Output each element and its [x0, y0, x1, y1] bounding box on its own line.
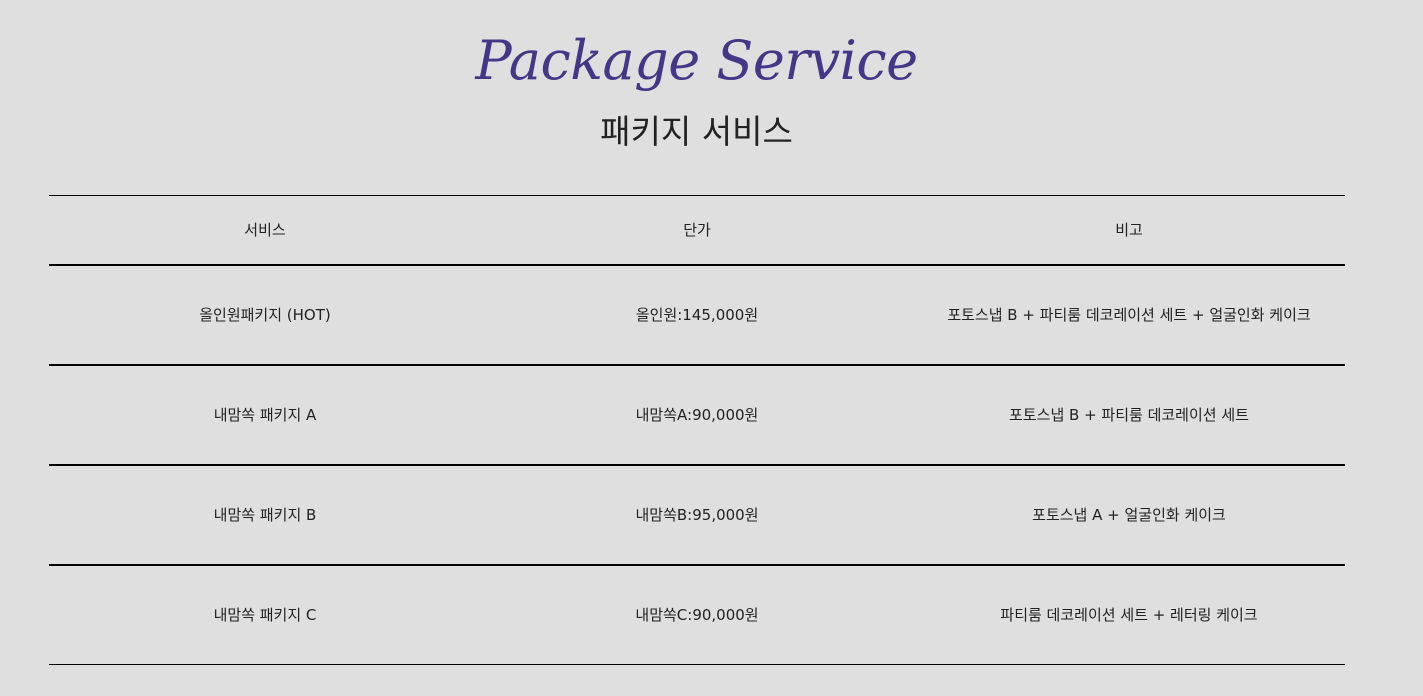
package-price-cell: 내맘쏙A:90,000원: [635, 406, 759, 424]
package-note-cell: 포토스냅 B + 파티룸 데코레이션 세트: [1009, 406, 1249, 424]
package-price-cell: 내맘쏙B:95,000원: [635, 506, 759, 524]
package-name-cell: 내맘쏙 패키지 B: [213, 506, 317, 524]
package-table: 서비스 단가 비고 올인원패키지 (HOT) 올인원:145,000원 포토스냅…: [49, 195, 1345, 665]
table-row: 올인원패키지 (HOT) 올인원:145,000원 포토스냅 B + 파티룸 데…: [49, 266, 1345, 366]
package-name-cell: 올인원패키지 (HOT): [199, 306, 331, 324]
column-header-price: 단가: [683, 221, 711, 239]
page-title: Package Service: [475, 29, 918, 92]
table-header-row: 서비스 단가 비고: [49, 196, 1345, 266]
column-header-service: 서비스: [244, 221, 286, 239]
package-price-cell: 올인원:145,000원: [635, 306, 759, 324]
package-name-cell: 내맘쏙 패키지 A: [213, 406, 317, 424]
page-subtitle: 패키지 서비스: [600, 112, 793, 151]
package-name-cell: 내맘쏙 패키지 C: [213, 606, 317, 624]
package-price-cell: 내맘쏙C:90,000원: [635, 606, 759, 624]
package-note-cell: 파티룸 데코레이션 세트 + 레터링 케이크: [1000, 606, 1258, 624]
package-note-cell: 포토스냅 B + 파티룸 데코레이션 세트 + 얼굴인화 케이크: [947, 306, 1311, 324]
table-row: 내맘쏙 패키지 A 내맘쏙A:90,000원 포토스냅 B + 파티룸 데코레이…: [49, 366, 1345, 466]
package-note-cell: 포토스냅 A + 얼굴인화 케이크: [1032, 506, 1226, 524]
table-row: 내맘쏙 패키지 B 내맘쏙B:95,000원 포토스냅 A + 얼굴인화 케이크: [49, 466, 1345, 566]
table-row: 내맘쏙 패키지 C 내맘쏙C:90,000원 파티룸 데코레이션 세트 + 레터…: [49, 566, 1345, 665]
column-header-note: 비고: [1115, 221, 1143, 239]
